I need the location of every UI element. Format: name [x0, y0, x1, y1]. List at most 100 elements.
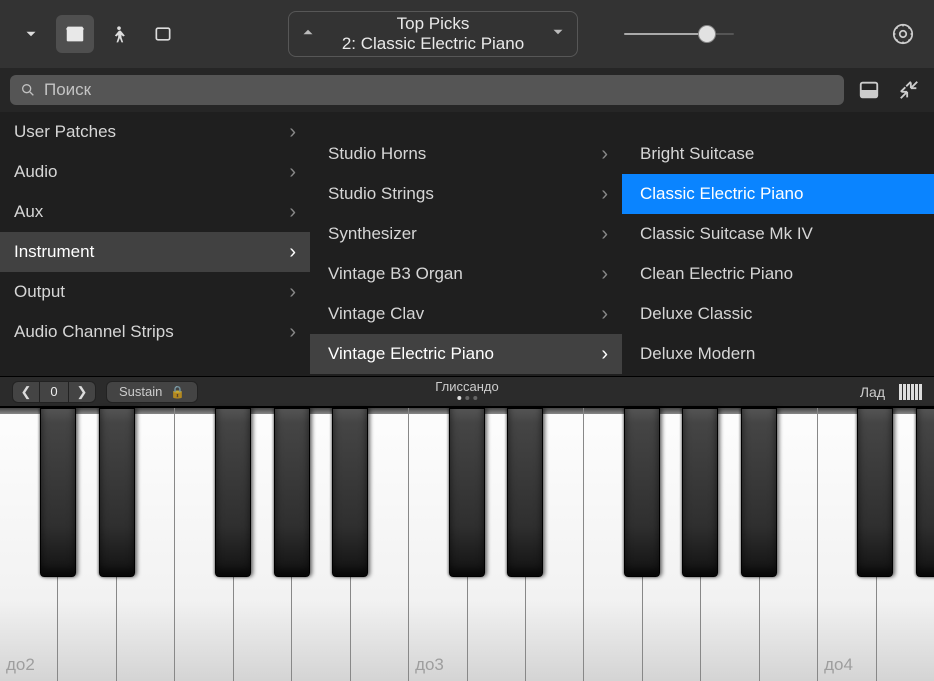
browser-column-3: Bright Suitcase Classic Electric Piano C…: [622, 112, 934, 376]
patch-browser: User Patches› Audio› Aux› Instrument› Ou…: [0, 112, 934, 376]
chevron-right-icon: ›: [601, 303, 608, 326]
keyboard-layout-button[interactable]: [899, 384, 922, 400]
browser-item-label: Output: [14, 282, 65, 302]
search-input[interactable]: [44, 80, 834, 100]
keyboard-control-bar: ❮ 0 ❯ Sustain 🔒 Глиссандо Лад: [0, 376, 934, 406]
keyboard-mode-label[interactable]: Глиссандо: [435, 379, 498, 400]
browser-item-audio[interactable]: Audio ›: [0, 152, 310, 192]
chevron-right-icon: ›: [289, 281, 296, 304]
patch-title: Top Picks 2: Classic Electric Piano: [317, 14, 549, 53]
browser-item-classic-electric-piano[interactable]: Classic Electric Piano: [622, 174, 934, 214]
black-key[interactable]: [624, 408, 660, 577]
key-label-c2: до2: [6, 655, 35, 675]
browser-item-label: Deluxe Modern: [640, 344, 755, 364]
patch-selector[interactable]: Top Picks 2: Classic Electric Piano: [288, 11, 578, 57]
browser-column-1: User Patches› Audio› Aux› Instrument› Ou…: [0, 112, 310, 376]
octave-down-button[interactable]: ❮: [13, 384, 39, 400]
browser-item-clean-electric-piano[interactable]: Clean Electric Piano: [622, 254, 934, 294]
black-key[interactable]: [682, 408, 718, 577]
page-dots: [435, 396, 498, 400]
patch-title-line1: Top Picks: [317, 14, 549, 34]
browser-item-classic-suitcase-mk4[interactable]: Classic Suitcase Mk IV: [622, 214, 934, 254]
browser-item-vintage-clav[interactable]: Vintage Clav ›: [310, 294, 622, 334]
browser-item-label: Synthesizer: [328, 224, 417, 244]
key-label-c3: до3: [415, 655, 444, 675]
search-field-wrap[interactable]: [10, 75, 844, 105]
browser-item-label: Aux: [14, 202, 43, 222]
octave-stepper[interactable]: ❮ 0 ❯: [12, 381, 96, 403]
browser-item-label: Vintage Electric Piano: [328, 344, 494, 364]
scale-label[interactable]: Лад: [860, 384, 885, 400]
chevron-right-icon: ›: [289, 321, 296, 344]
browser-item-label: Classic Electric Piano: [640, 184, 803, 204]
piano-keyboard[interactable]: до2 до3 до4: [0, 406, 934, 681]
browser-item-deluxe-modern[interactable]: Deluxe Modern: [622, 334, 934, 374]
browser-item-aux[interactable]: Aux›: [0, 192, 310, 232]
performer-button[interactable]: [100, 15, 138, 53]
top-toolbar: Top Picks 2: Classic Electric Piano: [0, 0, 934, 68]
black-keys: [0, 408, 934, 577]
browser-item-label: Vintage Clav: [328, 304, 424, 324]
sustain-button[interactable]: Sustain 🔒: [106, 381, 198, 403]
chevron-right-icon: ›: [601, 263, 608, 286]
patch-title-line2: 2: Classic Electric Piano: [317, 34, 549, 54]
browser-item-output[interactable]: Output ›: [0, 272, 310, 312]
black-key[interactable]: [274, 408, 310, 577]
volume-thumb[interactable]: [698, 25, 716, 43]
browser-item-synthesizer[interactable]: Synthesizer›: [310, 214, 622, 254]
browser-item-label: Audio: [14, 162, 57, 182]
settings-button[interactable]: [884, 15, 922, 53]
chevron-right-icon: ›: [289, 241, 296, 264]
browser-item-label: Instrument: [14, 242, 94, 262]
black-key[interactable]: [215, 408, 251, 577]
octave-up-button[interactable]: ❯: [69, 384, 95, 400]
menu-dropdown-button[interactable]: [12, 15, 50, 53]
browser-item-bright-suitcase[interactable]: Bright Suitcase: [622, 134, 934, 174]
keyboard-mode-text: Глиссандо: [435, 379, 498, 394]
search-row: [0, 68, 934, 112]
browser-item-label: User Patches: [14, 122, 116, 142]
library-button[interactable]: [56, 15, 94, 53]
black-key[interactable]: [332, 408, 368, 577]
browser-item-label: Audio Channel Strips: [14, 322, 174, 342]
black-key[interactable]: [507, 408, 543, 577]
browser-item-label: Deluxe Classic: [640, 304, 752, 324]
browser-item-label: Clean Electric Piano: [640, 264, 793, 284]
chevron-right-icon: ›: [289, 121, 296, 144]
browser-item-vintage-electric-piano[interactable]: Vintage Electric Piano ›: [310, 334, 622, 374]
chevron-right-icon: ›: [601, 143, 608, 166]
browser-item-audio-channel-strips[interactable]: Audio Channel Strips ›: [0, 312, 310, 352]
key-label-c4: до4: [824, 655, 853, 675]
browser-item-deluxe-classic[interactable]: Deluxe Classic: [622, 294, 934, 334]
black-key[interactable]: [99, 408, 135, 577]
window-button[interactable]: [144, 15, 182, 53]
black-key[interactable]: [40, 408, 76, 577]
view-toggle-button[interactable]: [854, 75, 884, 105]
browser-item-vintage-b3[interactable]: Vintage B3 Organ ›: [310, 254, 622, 294]
volume-slider[interactable]: [624, 31, 734, 37]
browser-item-studio-horns[interactable]: Studio Horns ›: [310, 134, 622, 174]
browser-item-label: Vintage B3 Organ: [328, 264, 463, 284]
browser-item-label: Classic Suitcase Mk IV: [640, 224, 813, 244]
patch-next-button[interactable]: [549, 23, 567, 46]
sustain-label: Sustain: [119, 384, 162, 399]
search-icon: [20, 82, 36, 98]
chevron-right-icon: ›: [601, 343, 608, 366]
browser-item-studio-strings[interactable]: Studio Strings ›: [310, 174, 622, 214]
browser-item-user-patches[interactable]: User Patches ›: [0, 112, 310, 152]
black-key[interactable]: [857, 408, 893, 577]
browser-item-label: Studio Strings: [328, 184, 434, 204]
octave-value: 0: [39, 382, 69, 402]
browser-column-2: Studio Horns › Studio Strings › Synthesize…: [310, 112, 622, 376]
black-key[interactable]: [741, 408, 777, 577]
browser-item-label: Studio Horns: [328, 144, 426, 164]
chevron-right-icon: ›: [601, 183, 608, 206]
chevron-right-icon: ›: [289, 161, 296, 184]
browser-item-label: Bright Suitcase: [640, 144, 754, 164]
black-key[interactable]: [916, 408, 934, 577]
lock-icon: 🔒: [170, 385, 185, 399]
patch-prev-button[interactable]: [299, 23, 317, 46]
black-key[interactable]: [449, 408, 485, 577]
browser-item-instrument[interactable]: Instrument ›: [0, 232, 310, 272]
collapse-button[interactable]: [894, 75, 924, 105]
